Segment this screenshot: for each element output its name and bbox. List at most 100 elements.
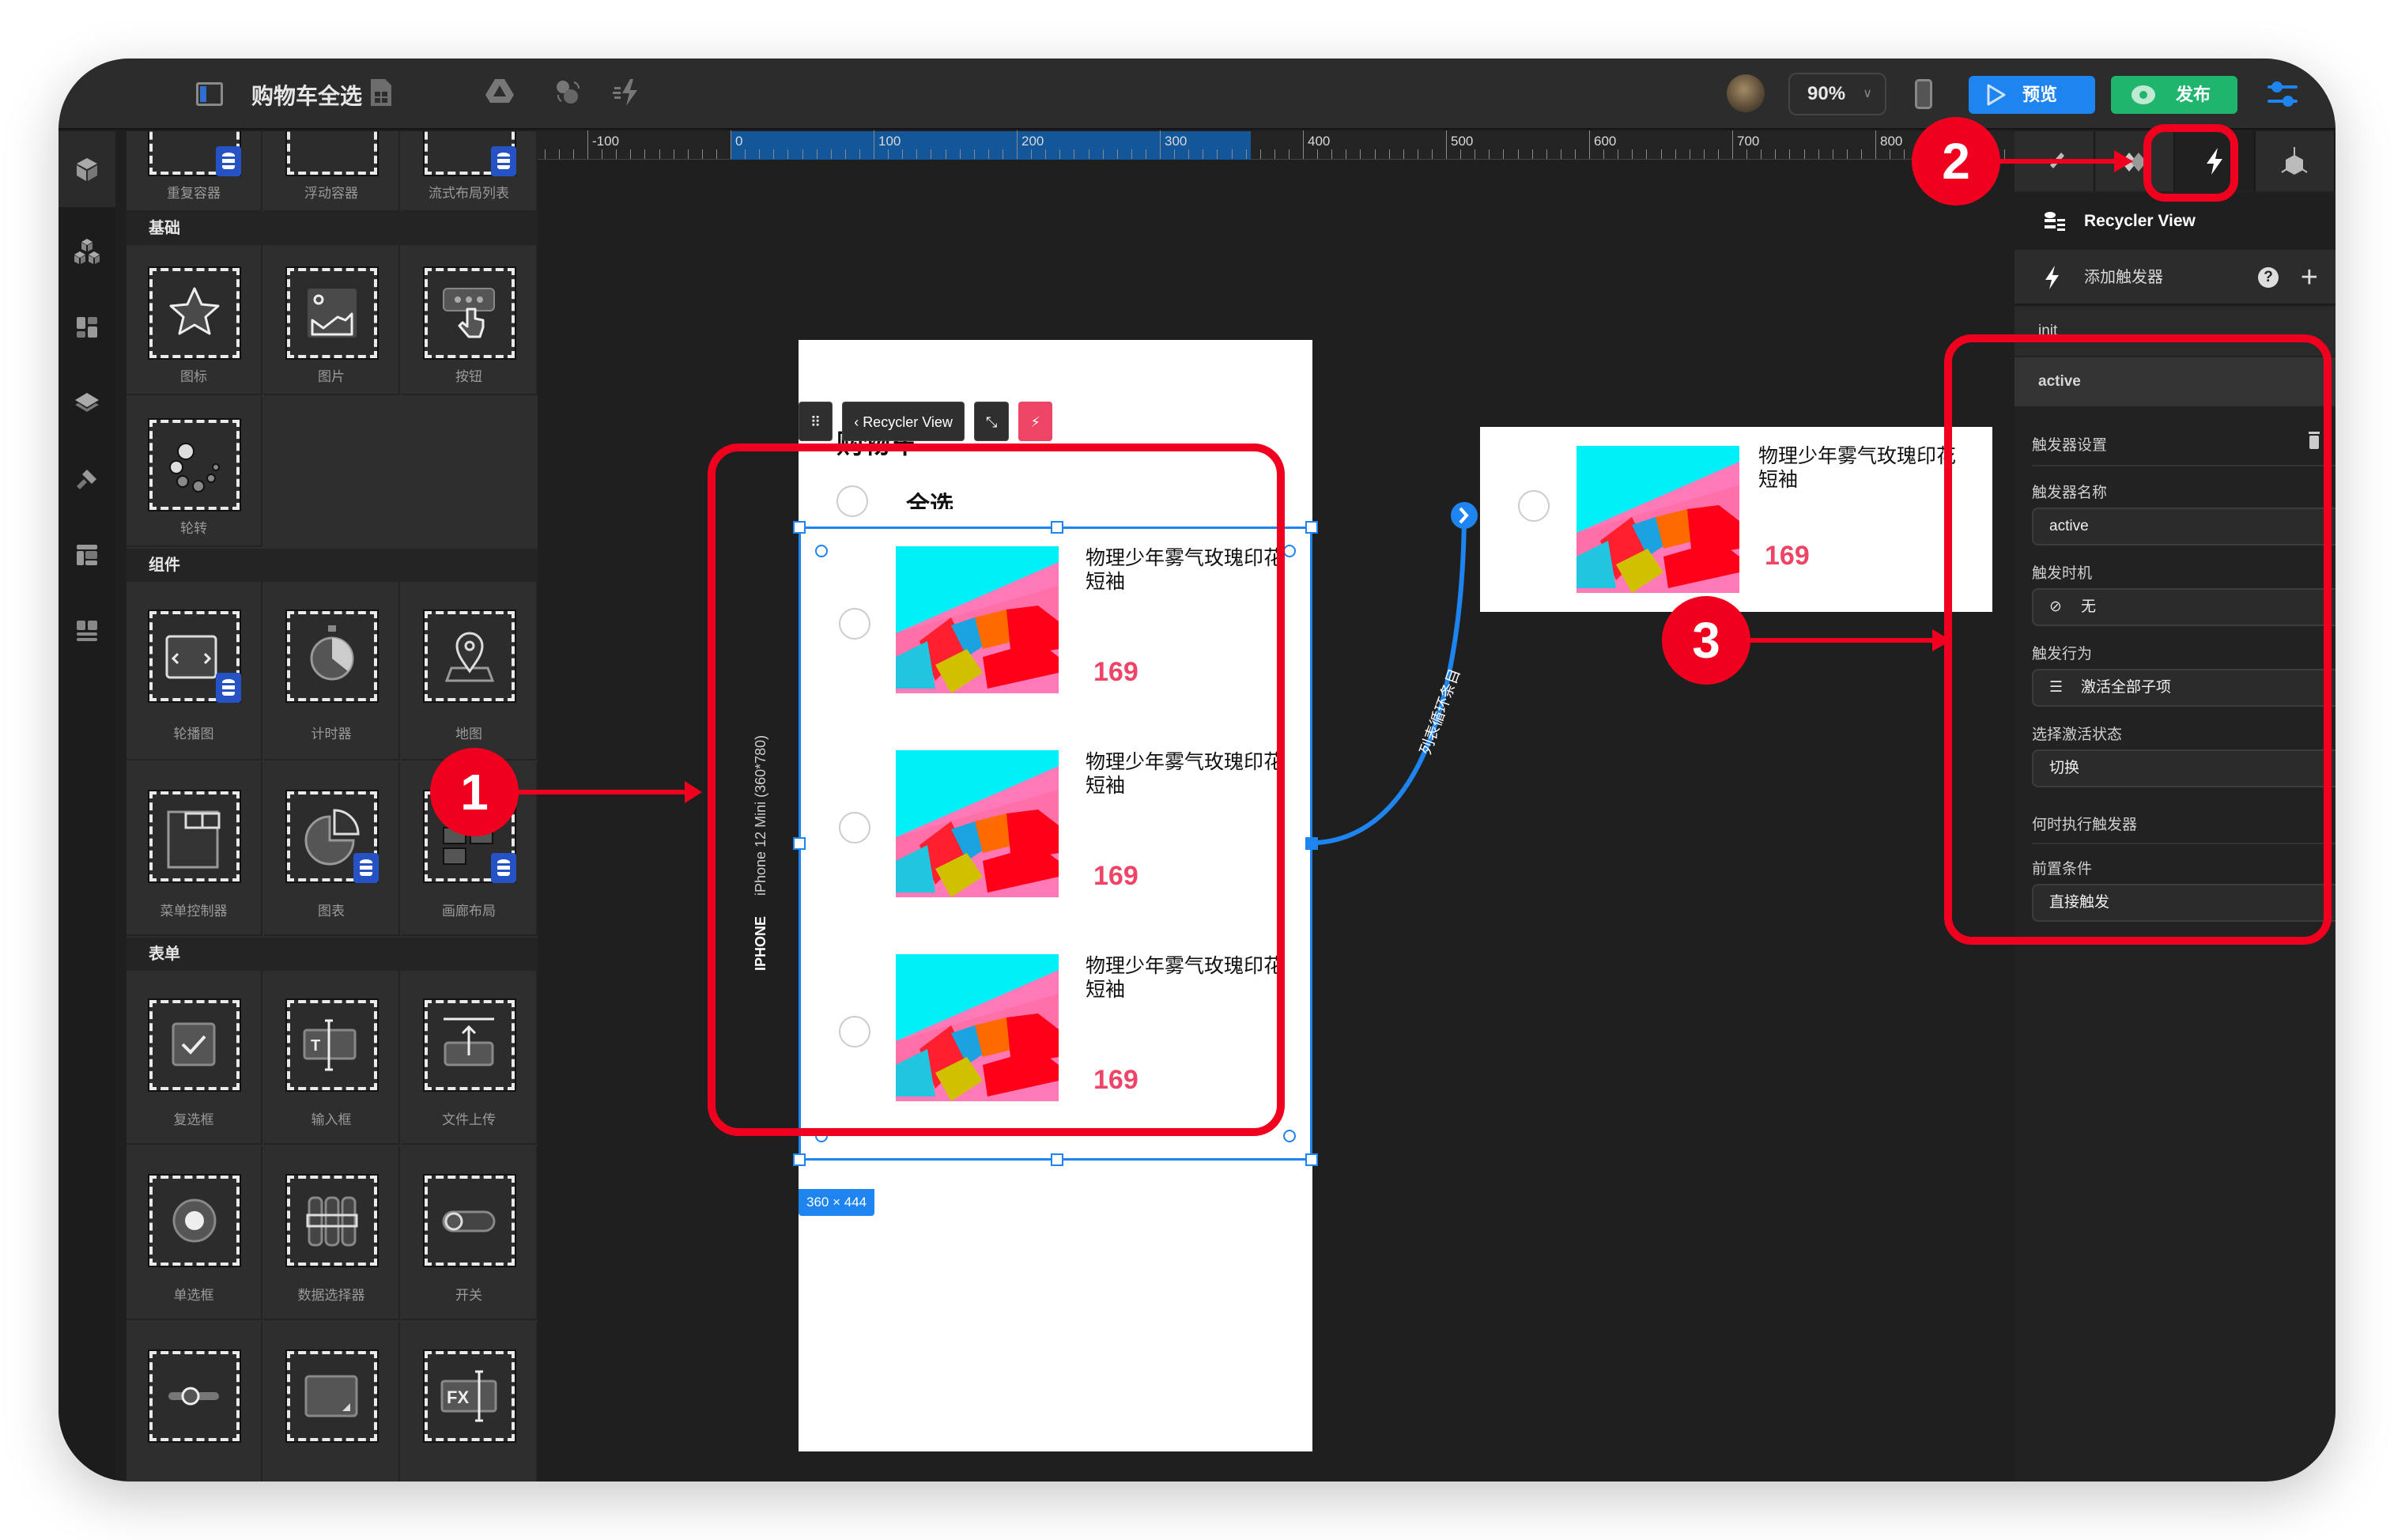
ruler-minor-tick [1947, 149, 1948, 159]
component-repeat-container[interactable]: 重复容器 [126, 131, 262, 212]
resize-handle[interactable] [793, 1153, 806, 1166]
device-icon[interactable] [1915, 79, 1932, 109]
rail-layout[interactable] [59, 593, 115, 669]
add-trigger-button[interactable]: + [2301, 250, 2318, 305]
zoom-select[interactable]: 90% ∨ [1788, 73, 1886, 115]
unlink-button[interactable]: ⤡ [973, 402, 1010, 441]
publish-label: 发布 [2176, 85, 2211, 104]
precondition-select[interactable]: 直接触发 ▼ [2032, 884, 2335, 922]
component-image[interactable]: 图片 [264, 245, 400, 395]
component-floating-container[interactable]: 浮动容器 [264, 131, 400, 212]
ruler-minor-tick [902, 149, 904, 159]
component-file-upload[interactable]: 文件上传 [402, 971, 538, 1145]
connector-label: 列表循环条目 [1417, 666, 1464, 757]
swap-icon[interactable] [552, 77, 583, 109]
component-menu-controller[interactable]: 菜单控制器 [126, 762, 262, 936]
parent-select-button[interactable]: ‹ Recycler View [842, 402, 965, 441]
user-avatar[interactable] [1727, 74, 1765, 112]
database-list-icon [2045, 212, 2065, 231]
radius-handle[interactable] [1283, 1130, 1296, 1142]
component-spinner[interactable]: 轮转 [126, 397, 262, 547]
trigger-button[interactable]: ⚡ [1018, 402, 1052, 441]
divider [2032, 465, 2335, 466]
precondition-value: 直接触发 [2049, 894, 2110, 911]
rail-modules[interactable] [59, 213, 115, 289]
component-checkbox[interactable]: 复选框 [126, 971, 262, 1145]
trigger-item-init[interactable]: init [2015, 307, 2335, 356]
rail-components[interactable] [59, 131, 115, 207]
recycler-view[interactable]: 物理少年雾气玫瑰印花短袖 169 物理少年雾气玫瑰印花短袖 169 物理少年雾气… [793, 521, 1318, 1166]
component-icon[interactable]: 图标 [126, 245, 262, 395]
item-radio[interactable] [839, 1016, 870, 1047]
resize-handle[interactable] [1305, 521, 1318, 534]
resize-handle[interactable] [793, 521, 806, 534]
resize-handle[interactable] [793, 837, 806, 850]
rail-dashboard[interactable] [59, 289, 115, 365]
trigger-item-active[interactable]: active [2015, 357, 2335, 406]
trigger-timing-select[interactable]: ⊘ 无 ▼ [2032, 588, 2335, 626]
none-icon: ⊘ [2049, 598, 2062, 615]
cart-item[interactable]: 物理少年雾气玫瑰印花短袖 169 [801, 937, 1310, 1136]
activate-state-select[interactable]: 切换 ▼ [2032, 749, 2335, 787]
component-timer[interactable]: 计时器 [264, 582, 400, 761]
sheet-icon[interactable] [365, 77, 397, 109]
component-button[interactable]: 按钮 [402, 245, 538, 395]
select-all-radio[interactable] [836, 485, 868, 517]
tab-component[interactable] [2256, 131, 2335, 191]
component-chart[interactable]: 图表 [264, 762, 400, 936]
trash-icon[interactable] [2307, 430, 2321, 451]
component-radio[interactable]: 单选框 [126, 1146, 262, 1320]
ruler-minor-tick [1403, 149, 1404, 159]
component-slider[interactable] [126, 1322, 262, 1481]
when-execute-label: 何时执行触发器 [2032, 817, 2138, 833]
trigger-timing-label: 触发时机 [2032, 565, 2093, 582]
radius-handle[interactable] [1283, 545, 1296, 557]
artwork [1576, 446, 1739, 593]
component-map[interactable]: 地图 [402, 582, 538, 761]
fast-trigger-icon[interactable] [612, 77, 644, 109]
component-flow-list[interactable]: 流式布局列表 [402, 131, 538, 212]
list-item-template[interactable]: 物理少年雾气玫瑰印花短袖 169 [1480, 427, 1992, 612]
tab-style[interactable] [2015, 131, 2095, 191]
resize-handle[interactable] [1305, 1153, 1318, 1166]
item-radio[interactable] [1518, 490, 1550, 522]
component-name: Recycler View [2084, 212, 2196, 230]
component-textarea[interactable] [264, 1322, 400, 1481]
resize-handle[interactable] [1051, 521, 1063, 534]
design-canvas[interactable]: -100 0 100 200 300 400 500 600 700 800 IPHONE iPho… [538, 130, 2015, 1481]
component-gallery-layout[interactable]: 画廊布局 [402, 762, 538, 936]
component-data-picker[interactable]: 数据选择器 [264, 1146, 400, 1320]
drag-handle-button[interactable]: ⠿ [799, 402, 833, 441]
cart-item[interactable]: 物理少年雾气玫瑰印花短袖 169 [801, 529, 1310, 728]
tab-trigger[interactable] [2175, 131, 2256, 191]
rail-theme[interactable] [59, 441, 115, 517]
component-formula-input[interactable]: FX [402, 1322, 538, 1481]
ruler-label: 500 [1451, 134, 1474, 149]
connector-handle[interactable] [1305, 837, 1318, 850]
sliders-icon[interactable] [2264, 76, 2301, 112]
component-input[interactable]: T 输入框 [264, 971, 400, 1145]
component-label: 图标 [180, 369, 207, 384]
ruler-minor-tick [1274, 149, 1275, 159]
item-radio[interactable] [839, 812, 870, 844]
ruler-minor-tick [1045, 149, 1047, 159]
publish-button[interactable]: 发布 [2111, 76, 2237, 114]
item-radio[interactable] [839, 608, 870, 640]
component-carousel[interactable]: 轮播图 [126, 582, 262, 761]
sidebar-toggle-icon[interactable] [196, 82, 223, 106]
trigger-action-select[interactable]: ☰ 激活全部子项 ▼ [2032, 669, 2335, 707]
tab-interaction[interactable] [2095, 131, 2175, 191]
drive-icon[interactable] [484, 77, 515, 109]
cart-item[interactable]: 物理少年雾气玫瑰印花短袖 169 [801, 733, 1310, 932]
radius-handle[interactable] [815, 1130, 828, 1142]
resize-handle[interactable] [1051, 1153, 1063, 1166]
trigger-name-input[interactable]: active [2032, 508, 2335, 545]
ruler-minor-tick [1746, 149, 1748, 159]
radius-handle[interactable] [815, 545, 828, 557]
rail-templates[interactable] [59, 517, 115, 593]
component-switch[interactable]: 开关 [402, 1146, 538, 1320]
star-icon [148, 266, 241, 360]
help-icon[interactable]: ? [2258, 267, 2279, 288]
preview-button[interactable]: 预览 [1969, 76, 2095, 114]
rail-layers[interactable] [59, 365, 115, 441]
